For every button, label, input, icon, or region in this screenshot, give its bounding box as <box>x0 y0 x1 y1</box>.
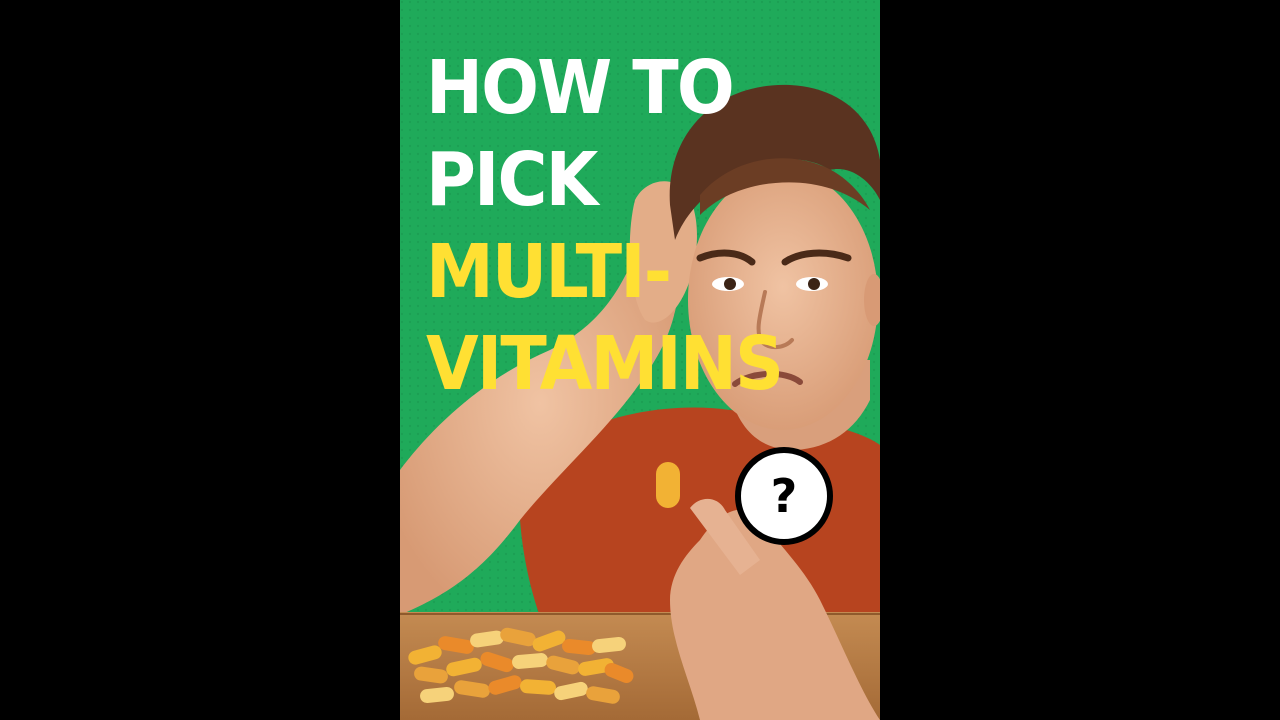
question-mark-symbol: ? <box>770 469 798 523</box>
question-mark-icon: ? <box>735 447 833 545</box>
headline-line-1: HOW TO <box>426 45 735 131</box>
headline-line-3: MULTI- <box>426 229 672 315</box>
headline: HOW TO PICK MULTI- VITAMINS <box>426 42 784 410</box>
headline-line-4: VITAMINS <box>426 321 784 407</box>
video-thumbnail[interactable]: HOW TO PICK MULTI- VITAMINS ? <box>400 0 880 720</box>
headline-line-2: PICK <box>426 137 598 223</box>
video-player-stage[interactable]: HOW TO PICK MULTI- VITAMINS ? <box>0 0 1280 720</box>
held-pill <box>656 462 680 508</box>
